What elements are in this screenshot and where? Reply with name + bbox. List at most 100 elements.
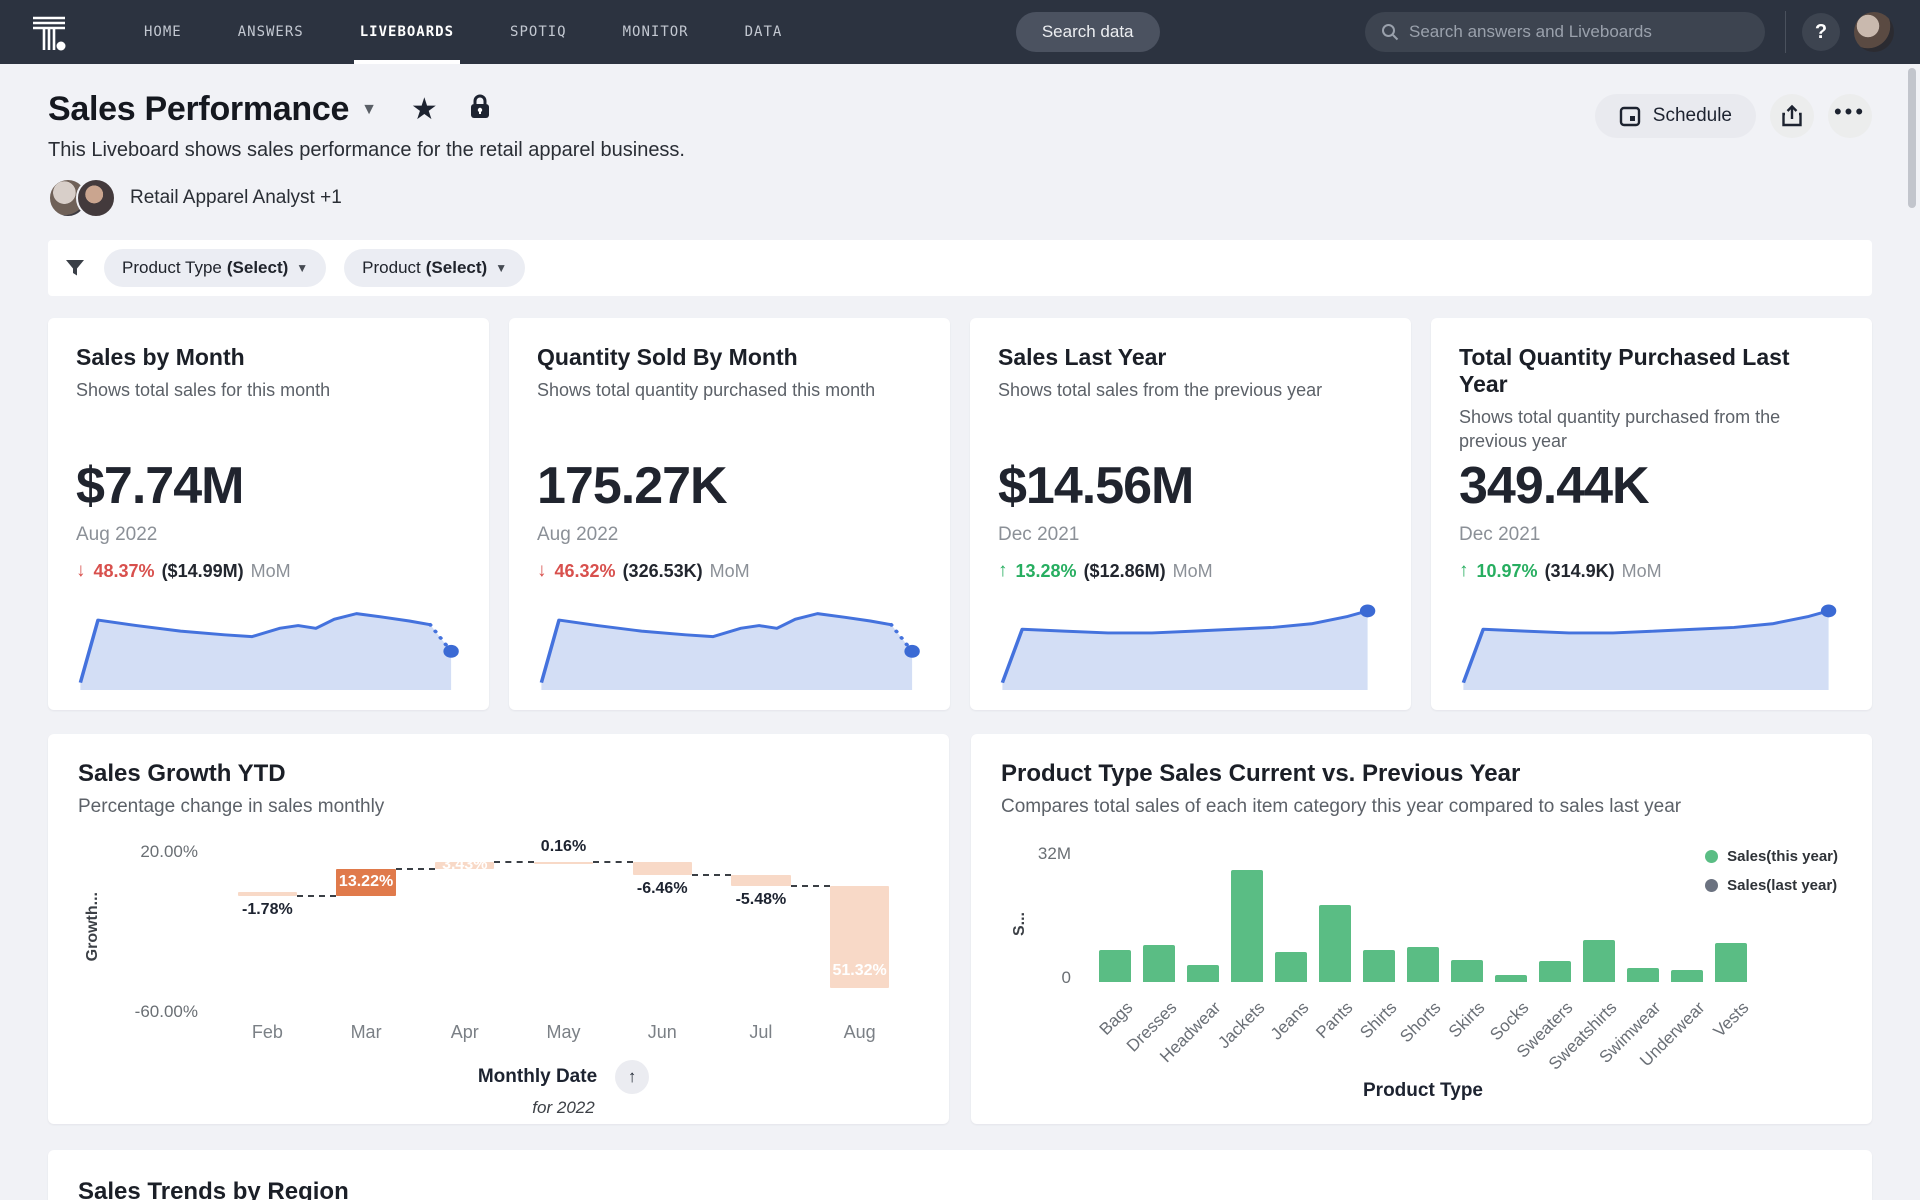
y-axis-tick: 0: [1061, 968, 1071, 987]
up-arrow-icon: ↑: [1459, 560, 1469, 581]
down-arrow-icon: ↓: [76, 560, 86, 581]
x-axis-tick: Shorts: [1396, 998, 1445, 1047]
bar-skirts[interactable]: [1451, 960, 1483, 982]
kpi-title: Quantity Sold By Month: [537, 344, 798, 370]
bar-socks[interactable]: [1495, 974, 1527, 982]
bar-shorts[interactable]: [1407, 947, 1439, 982]
bar-headwear[interactable]: [1187, 965, 1219, 982]
bar-swimwear[interactable]: [1627, 967, 1659, 982]
x-axis-tick: Jul: [749, 1022, 773, 1042]
favorite-star-icon[interactable]: ★: [411, 94, 438, 125]
y-axis-tick: 20.00%: [140, 842, 198, 861]
x-axis-tick: Vests: [1709, 998, 1753, 1041]
chart-title: Sales Trends by Region: [78, 1178, 349, 1200]
nav-item-liveboards[interactable]: LIVEBOARDS: [353, 0, 461, 64]
kpi-date: Dec 2021: [1459, 524, 1541, 545]
kpi-delta: ↓ 48.37% ($14.99M) MoM: [76, 560, 461, 582]
top-nav: HOME ANSWERS LIVEBOARDS SPOTIQ MONITOR DATA S…: [0, 0, 1920, 64]
waterfall-bar-jul[interactable]: [731, 874, 791, 886]
ellipsis-icon: •••: [1833, 99, 1867, 124]
y-axis-tick: -60.00%: [134, 1002, 198, 1021]
bar-underwear[interactable]: [1671, 969, 1703, 982]
filter-pill-product[interactable]: Product (Select) ▼: [344, 249, 526, 287]
lock-icon: [468, 93, 492, 126]
bar-jeans[interactable]: [1275, 952, 1307, 982]
product-type-sales-card: Product Type Sales Current vs. Previous …: [971, 734, 1872, 1124]
nav-menu: HOME ANSWERS LIVEBOARDS SPOTIQ MONITOR DATA: [116, 0, 810, 64]
user-avatar[interactable]: [1854, 12, 1894, 52]
nav-item-data[interactable]: DATA: [743, 0, 785, 64]
author-avatar[interactable]: [76, 178, 116, 218]
bar-jackets[interactable]: [1231, 870, 1263, 982]
nav-item-answers[interactable]: ANSWERS: [236, 0, 306, 64]
delta-percent: 46.32%: [554, 560, 616, 581]
search-data-button[interactable]: Search data: [1015, 12, 1160, 52]
x-axis-tick: Aug: [843, 1022, 876, 1042]
help-button[interactable]: ?: [1802, 13, 1840, 51]
delta-amount: (314.9K): [1544, 560, 1615, 581]
x-axis-label: Monthly Date: [477, 1066, 598, 1087]
liveboard-header: Sales Performance ▼ ★ This Liveboard sho…: [0, 64, 1920, 234]
sparkline-chart: [1461, 604, 1837, 690]
search-input[interactable]: [1409, 22, 1749, 42]
delta-period: MoM: [250, 560, 291, 581]
nav-item-spotiq[interactable]: SPOTIQ: [508, 0, 569, 64]
chart-subtitle: Compares total sales of each item catego…: [1001, 796, 1682, 817]
sales-growth-ytd-card: Sales Growth YTD Percentage change in sa…: [48, 734, 949, 1124]
kpi-date: Aug 2022: [76, 524, 158, 545]
x-axis-tick: Jeans: [1266, 998, 1313, 1044]
global-search[interactable]: [1365, 12, 1765, 52]
y-axis-label: Growth...: [84, 892, 101, 962]
kpi-value: 349.44K: [1459, 457, 1650, 515]
waterfall-chart: Growth... 20.00% -60.00% -1.78% 13.22% 3.43…: [78, 838, 919, 1117]
waterfall-bar-jun[interactable]: [632, 861, 692, 875]
kpi-card[interactable]: Sales Last Year Shows total sales from th…: [970, 318, 1411, 710]
page-title: Sales Performance: [48, 90, 350, 128]
vertical-scrollbar[interactable]: [1908, 68, 1916, 208]
title-dropdown-caret-icon[interactable]: ▼: [361, 101, 377, 119]
delta-period: MoM: [1172, 560, 1213, 581]
pill-caret-icon: ▼: [495, 261, 508, 275]
waterfall-bar-feb[interactable]: [237, 892, 297, 896]
up-arrow-icon: ↑: [998, 560, 1008, 581]
pill-caret-icon: ▼: [296, 261, 309, 275]
bar-sweaters[interactable]: [1539, 961, 1571, 982]
kpi-card[interactable]: Sales by Month Shows total sales for this…: [48, 318, 489, 710]
calendar-icon: [1619, 106, 1640, 127]
bar-value-label: 13.22%: [338, 872, 394, 890]
kpi-date: Dec 2021: [998, 524, 1080, 545]
filter-pill-product-type[interactable]: Product Type (Select) ▼: [104, 249, 327, 287]
delta-amount: (326.53K): [622, 560, 703, 581]
sort-arrow-button[interactable]: ↑: [615, 1060, 650, 1094]
x-axis-tick: Mar: [350, 1022, 382, 1042]
delta-percent: 10.97%: [1476, 560, 1538, 581]
sparkline-chart: [539, 612, 920, 690]
liveboard-description: This Liveboard shows sales performance f…: [48, 139, 685, 161]
bar-pants[interactable]: [1319, 904, 1351, 982]
bar-bags[interactable]: [1099, 949, 1131, 982]
filter-bar: Product Type (Select) ▼ Product (Select) ▼: [48, 240, 1872, 296]
x-axis-tick: Feb: [251, 1022, 283, 1042]
bar-vests[interactable]: [1715, 942, 1747, 982]
waterfall-bar-may[interactable]: [533, 861, 594, 864]
thoughtspot-logo[interactable]: [26, 9, 72, 55]
more-options-button[interactable]: •••: [1828, 94, 1872, 138]
filter-funnel-icon: [66, 260, 84, 276]
nav-item-monitor[interactable]: MONITOR: [621, 0, 691, 64]
kpi-date: Aug 2022: [537, 524, 619, 545]
kpi-subtitle: Shows total sales for this month: [76, 380, 331, 400]
bar-sweatshirts[interactable]: [1583, 939, 1615, 982]
charts-row: Sales Growth YTD Percentage change in sa…: [48, 734, 1872, 1124]
bar-shirts[interactable]: [1363, 949, 1395, 982]
schedule-button[interactable]: Schedule: [1594, 94, 1756, 138]
bar-dresses[interactable]: [1143, 944, 1175, 982]
kpi-card[interactable]: Total Quantity Purchased Last Year Shows …: [1431, 318, 1872, 710]
share-icon: [1782, 104, 1802, 127]
delta-amount: ($14.99M): [161, 560, 244, 581]
nav-item-home[interactable]: HOME: [142, 0, 184, 64]
x-axis-tick: Jun: [647, 1022, 677, 1042]
kpi-card[interactable]: Quantity Sold By Month Shows total quanti…: [509, 318, 950, 710]
share-button[interactable]: [1770, 94, 1814, 138]
bar-value-label: -6.46%: [636, 879, 688, 897]
kpi-delta: ↑ 13.28% ($12.86M) MoM: [998, 560, 1383, 582]
